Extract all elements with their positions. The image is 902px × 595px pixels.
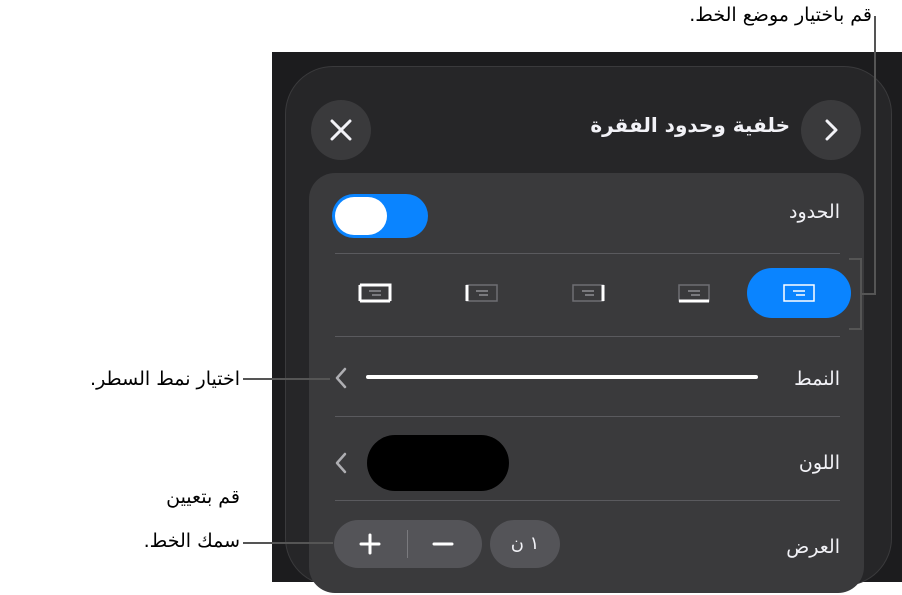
width-label: العرض bbox=[786, 536, 840, 558]
callout-style: اختيار نمط السطر. bbox=[90, 368, 240, 390]
stepper-divider bbox=[407, 530, 408, 558]
width-stepper[interactable] bbox=[334, 520, 482, 568]
chevron-left-icon[interactable] bbox=[334, 451, 348, 475]
toggle-knob bbox=[335, 197, 387, 235]
position-top-and-sides-button[interactable] bbox=[345, 268, 405, 318]
color-swatch[interactable] bbox=[367, 435, 509, 491]
border-box-icon bbox=[358, 283, 392, 303]
separator bbox=[335, 336, 840, 337]
border-right-icon bbox=[572, 284, 605, 302]
position-left-border-button[interactable] bbox=[452, 268, 512, 318]
forward-button[interactable] bbox=[801, 100, 861, 160]
color-label: اللون bbox=[798, 452, 840, 474]
callout-line bbox=[874, 16, 876, 295]
border-all-icon bbox=[783, 284, 815, 302]
separator bbox=[335, 500, 840, 501]
separator bbox=[335, 253, 840, 254]
callout-thickness-line1: قم بتعيين bbox=[166, 486, 240, 508]
callout-position: قم باختيار موضع الخط. bbox=[689, 4, 872, 26]
callout-thickness-line2: سمك الخط. bbox=[143, 530, 240, 552]
style-label: النمط bbox=[794, 368, 840, 390]
borders-label: الحدود bbox=[789, 201, 840, 223]
line-style-preview[interactable] bbox=[366, 375, 758, 379]
bracket-icon bbox=[849, 258, 862, 330]
callout-line bbox=[243, 542, 333, 544]
chevron-right-icon bbox=[825, 119, 838, 141]
close-button[interactable] bbox=[311, 100, 371, 160]
callout-line bbox=[862, 293, 876, 295]
borders-toggle[interactable] bbox=[332, 194, 428, 238]
border-left-icon bbox=[465, 284, 498, 302]
callout-line bbox=[243, 378, 330, 380]
border-bottom-icon bbox=[678, 284, 710, 303]
position-right-border-button[interactable] bbox=[558, 268, 618, 318]
separator bbox=[335, 416, 840, 417]
close-icon bbox=[330, 119, 352, 141]
minus-icon[interactable] bbox=[431, 533, 455, 555]
plus-icon[interactable] bbox=[358, 533, 382, 555]
position-all-borders-button[interactable] bbox=[747, 268, 851, 318]
position-bottom-border-button[interactable] bbox=[664, 268, 724, 318]
chevron-left-icon[interactable] bbox=[334, 366, 348, 390]
width-value[interactable]: ١ ن bbox=[490, 520, 560, 568]
panel-title: خلفية وحدود الفقرة bbox=[590, 113, 790, 137]
